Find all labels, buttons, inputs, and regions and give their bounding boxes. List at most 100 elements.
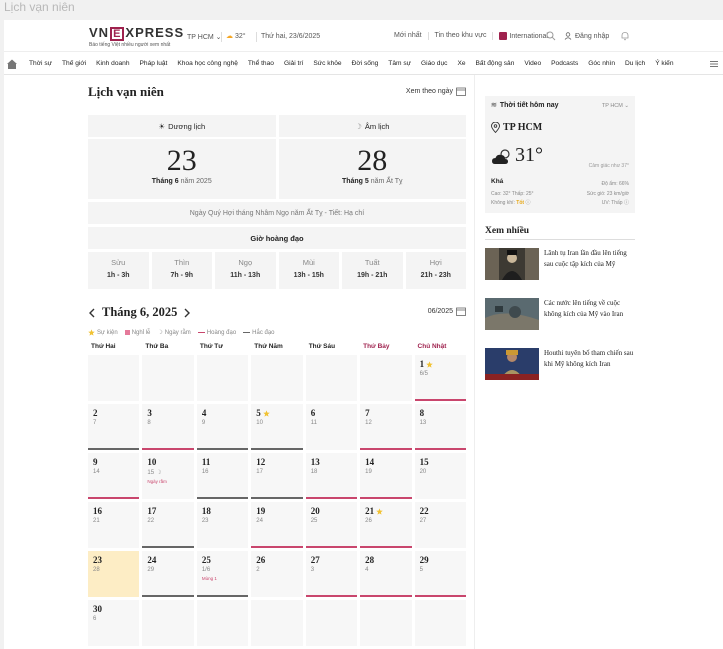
calendar-day[interactable]: 15 20 [414, 453, 466, 499]
solar-day-label: 23 [93, 555, 102, 565]
tab-solar-label: Dương lịch [168, 121, 206, 131]
login-button[interactable]: Đăng nhập [564, 32, 609, 40]
international-link[interactable]: International [493, 32, 554, 40]
calendar-day[interactable]: 10 15 ☽ Ngày rằm [142, 453, 194, 499]
tab-lunar-label: Âm lịch [364, 121, 390, 131]
nav-item-the-thao[interactable]: Thể thao [243, 60, 279, 67]
moon-icon: ☽ [156, 470, 162, 476]
search-icon[interactable] [546, 31, 556, 41]
lunar-day-label: 23 [201, 518, 209, 524]
month-picker[interactable]: 06/2025 [428, 307, 466, 316]
calendar-day[interactable]: 9 14 [88, 453, 140, 499]
calendar-day[interactable]: 5 10 [251, 404, 303, 450]
weather-city-label: TP HCM [503, 122, 543, 133]
solar-day-label: 10 [147, 457, 157, 467]
calendar-day[interactable]: 14 19 [360, 453, 412, 499]
nav-item-kinh-doanh[interactable]: Kinh doanh [91, 60, 134, 67]
nav-item-khoa-hoc[interactable]: Khoa học công nghệ [172, 60, 243, 67]
nav-item-thoi-su[interactable]: Thời sự [24, 60, 57, 67]
lunar-day-label: 12 [365, 420, 372, 426]
lunar-day-number: 12 [365, 420, 406, 426]
news-item[interactable]: Houthi tuyên bố tham chiến sau khi Mỹ kh… [485, 348, 635, 390]
bell-icon[interactable] [620, 31, 630, 41]
lunar-day-label: 25 [310, 518, 318, 524]
nav-item-the-gioi[interactable]: Thế giới [57, 60, 91, 67]
nav-item-xe[interactable]: Xe [452, 60, 470, 67]
calendar-day[interactable]: 27 [88, 404, 140, 450]
calendar-day[interactable]: 23 28 [88, 551, 140, 597]
location-pin-icon [491, 122, 500, 133]
solar-day-number: 20 [311, 506, 352, 516]
page: VN E XPRESS Báo tiếng Việt nhiều người xem… [4, 20, 723, 649]
nav-item-giao-duc[interactable]: Giáo dục [416, 60, 452, 67]
nav-item-y-kien[interactable]: Ý kiến [650, 60, 678, 67]
nav-item-tam-su[interactable]: Tâm sự [383, 60, 416, 67]
calendar-day[interactable]: 38 [142, 404, 194, 450]
next-month-icon[interactable] [183, 308, 191, 318]
view-by-day-button[interactable]: Xem theo ngày [406, 87, 466, 96]
calendar-day[interactable]: 17 22 [142, 502, 194, 548]
calendar-day[interactable]: 1 6/5 [414, 355, 466, 401]
calendar-day[interactable]: 49 [196, 404, 249, 450]
location-selector[interactable]: TP HCM ⌄ [187, 33, 222, 41]
calendar-day[interactable]: 11 16 [196, 453, 249, 499]
latest-link[interactable]: Mới nhất [388, 32, 429, 40]
lunar-day-label: 29 [147, 567, 155, 573]
calendar-day[interactable]: 19 24 [251, 502, 303, 548]
good-hour-item: Sửu 1h - 3h [88, 252, 149, 289]
news-item[interactable]: Các nước lên tiếng về cuộc không kích củ… [485, 298, 635, 340]
calendar-day[interactable]: 20 25 [305, 502, 358, 548]
calendar-day[interactable]: 7 12 [360, 404, 412, 450]
solar-day-number: 9 [93, 457, 134, 467]
site-logo[interactable]: VN E XPRESS Báo tiếng Việt nhiều người xem… [89, 25, 184, 48]
good-hour-item: Tuất 19h - 21h [342, 252, 403, 289]
home-icon[interactable] [6, 58, 18, 70]
calendar-day[interactable]: 28 4 [360, 551, 412, 597]
nav-item-phap-luat[interactable]: Pháp luật [135, 60, 173, 67]
tab-lunar[interactable]: ☽ Âm lịch [278, 115, 466, 137]
solar-day-label: 7 [365, 408, 370, 418]
calendar-day[interactable]: 27 3 [305, 551, 358, 597]
calendar-day[interactable]: 16 21 [88, 502, 140, 548]
tab-solar[interactable]: ☀ Dương lịch [88, 115, 276, 137]
calendar-day[interactable]: 6 11 [305, 404, 358, 450]
calendar-day[interactable]: 29 5 [414, 551, 466, 597]
weather-city-selector[interactable]: TP HCM ⌄ [602, 103, 629, 109]
calendar-day[interactable]: 13 18 [305, 453, 358, 499]
calendar-day[interactable]: 25 1/6 Mùng 1 [196, 551, 249, 597]
news-title: Houthi tuyên bố tham chiến sau khi Mỹ kh… [544, 349, 634, 368]
solar-day-number: 14 [365, 457, 406, 467]
region-news-link[interactable]: Tin theo khu vực [429, 32, 494, 40]
header-date: Thứ hai, 23/6/2025 [261, 33, 321, 40]
hamburger-menu-icon[interactable] [709, 59, 719, 69]
lunar-day-number: 13 [420, 420, 461, 426]
nav-item-du-lich[interactable]: Du lịch [620, 60, 650, 67]
calendar-day[interactable]: 24 29 [142, 551, 194, 597]
moon-icon: ☽ [157, 330, 163, 336]
holiday-swatch [124, 330, 130, 335]
calendar-day[interactable]: 18 23 [196, 502, 249, 548]
nav-item-doi-song[interactable]: Đời sống [347, 60, 384, 67]
calendar-day[interactable]: 12 17 [251, 453, 303, 499]
nav-item-suc-khoe[interactable]: Sức khỏe [308, 60, 346, 67]
calendar-day[interactable]: 30 6 [88, 600, 140, 646]
info-icon: ⓘ [623, 200, 629, 206]
prev-month-icon[interactable] [88, 308, 96, 318]
lunar-day-label: 21 [93, 518, 100, 524]
nav-item-bat-dong-san[interactable]: Bất động sản [471, 60, 520, 67]
calendar-day[interactable]: 8 13 [414, 404, 466, 450]
calendar-day[interactable]: 21 26 [360, 502, 412, 548]
lunar-day-number: 23 [202, 518, 243, 524]
good-day-swatch [197, 331, 205, 334]
nav-item-video[interactable]: Video [519, 60, 546, 67]
calendar-day[interactable]: 26 2 [251, 551, 303, 597]
solar-day-number: 23 [93, 555, 134, 565]
lunar-day-number: 25 [311, 518, 352, 524]
nav-item-podcasts[interactable]: Podcasts [546, 60, 583, 67]
calendar-day[interactable]: 22 27 [414, 502, 466, 548]
lunar-day-number: 16 [202, 469, 243, 475]
nav-item-giai-tri[interactable]: Giải trí [279, 60, 308, 67]
window-title: Lịch vạn niên [0, 0, 723, 20]
nav-item-goc-nhin[interactable]: Góc nhìn [583, 60, 620, 67]
news-item[interactable]: Lãnh tụ Iran lần đầu lên tiếng sau cuộc … [485, 248, 635, 290]
